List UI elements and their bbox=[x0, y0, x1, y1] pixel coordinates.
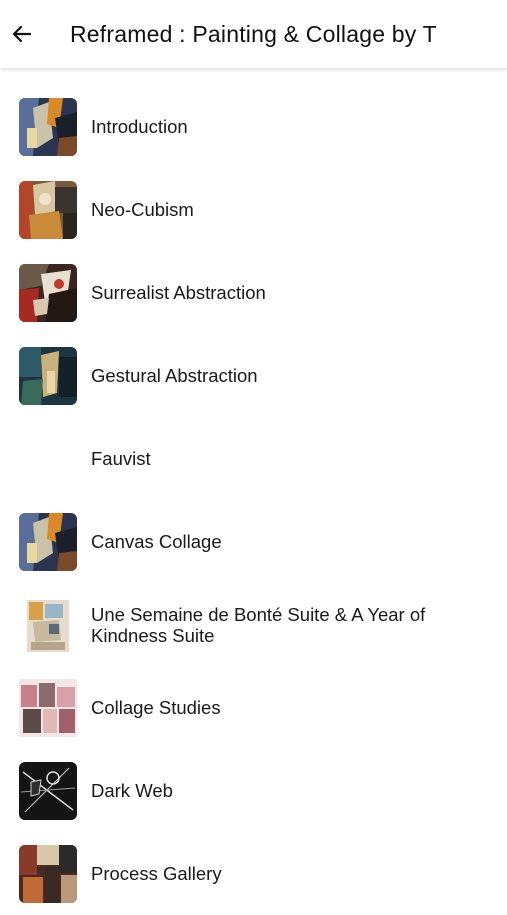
chapter-label: Canvas Collage bbox=[91, 531, 222, 552]
chapter-thumbnail bbox=[19, 678, 77, 737]
arrow-left-icon bbox=[12, 25, 32, 43]
chapter-label: Neo-Cubism bbox=[91, 199, 194, 220]
chapter-item-neo-cubism[interactable]: Neo-Cubism bbox=[0, 168, 507, 251]
chapter-label: Surrealist Abstraction bbox=[91, 282, 266, 303]
chapter-label: Fauvist bbox=[91, 448, 151, 469]
chapter-thumbnail bbox=[19, 512, 77, 571]
chapter-label: Process Gallery bbox=[91, 863, 222, 884]
chapter-thumbnail bbox=[19, 346, 77, 405]
chapter-item-surrealist-abstraction[interactable]: Surrealist Abstraction bbox=[0, 251, 507, 334]
chapter-label: Gestural Abstraction bbox=[91, 365, 258, 386]
page-title: Reframed : Painting & Collage by T bbox=[70, 20, 437, 47]
chapter-label: Dark Web bbox=[91, 780, 173, 801]
chapter-item-dark-web[interactable]: Dark Web bbox=[0, 749, 507, 832]
app-bar: Reframed : Painting & Collage by T bbox=[0, 0, 507, 68]
chapter-item-collage-studies[interactable]: Collage Studies bbox=[0, 666, 507, 749]
chapter-item-canvas-collage[interactable]: Canvas Collage bbox=[0, 500, 507, 583]
chapter-thumbnail bbox=[19, 97, 77, 156]
chapter-thumbnail bbox=[19, 761, 77, 820]
chapter-thumbnail bbox=[19, 844, 77, 903]
chapter-label: Une Semaine de Bonté Suite & A Year of K… bbox=[91, 603, 426, 646]
chapter-thumbnail bbox=[19, 180, 77, 239]
chapter-item-process-gallery[interactable]: Process Gallery bbox=[0, 832, 507, 915]
chapter-label: Collage Studies bbox=[91, 697, 221, 718]
chapter-item-gestural-abstraction[interactable]: Gestural Abstraction bbox=[0, 334, 507, 417]
chapter-item-fauvist[interactable]: Fauvist bbox=[0, 417, 507, 500]
chapter-item-une-semaine[interactable]: Une Semaine de Bonté Suite & A Year of K… bbox=[0, 583, 507, 666]
chapter-thumbnail bbox=[19, 263, 77, 322]
chapter-item-introduction[interactable]: Introduction bbox=[0, 85, 507, 168]
chapter-label: Introduction bbox=[91, 116, 188, 137]
chapter-thumbnail bbox=[19, 595, 77, 654]
back-button[interactable] bbox=[2, 14, 42, 54]
